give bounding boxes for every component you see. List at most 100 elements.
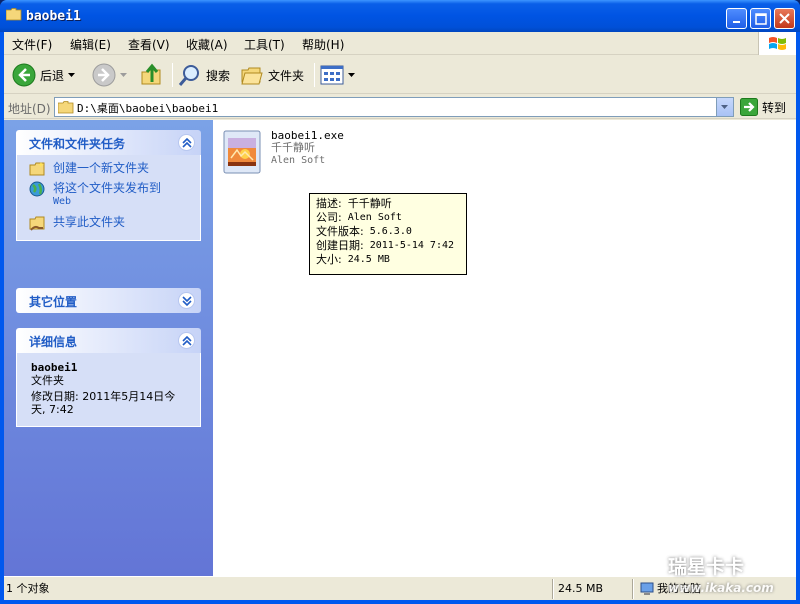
address-input[interactable]: D:\桌面\baobei\baobei1 <box>54 97 734 117</box>
file-description: 千千静听 <box>271 141 315 154</box>
dropdown-arrow-icon <box>120 73 127 77</box>
up-folder-button[interactable] <box>140 61 164 89</box>
explorer-window: baobei1 文件(F) 编辑(E) 查看(V) 收藏(A) 工具(T) 帮助… <box>0 0 800 604</box>
address-dropdown-button[interactable] <box>716 98 733 116</box>
expand-button[interactable] <box>178 292 195 309</box>
tooltip-company-value: Alen Soft <box>347 212 402 223</box>
minimize-button[interactable] <box>726 8 747 29</box>
chevron-down-icon <box>721 105 728 109</box>
file-tasks-title: 文件和文件夹任务 <box>29 137 126 151</box>
folders-label: 文件夹 <box>268 68 305 83</box>
task-share-folder-label: 共享此文件夹 <box>53 215 126 229</box>
folder-icon <box>6 8 22 21</box>
details-header[interactable]: 详细信息 <box>16 328 201 353</box>
task-new-folder-label: 创建一个新文件夹 <box>53 161 150 175</box>
folders-button[interactable]: 文件夹 <box>240 61 304 89</box>
menu-file[interactable]: 文件(F) <box>12 36 52 53</box>
title-bar[interactable]: baobei1 <box>0 0 800 32</box>
menu-edit[interactable]: 编辑(E) <box>70 36 111 53</box>
back-button[interactable]: 后退 <box>12 61 76 89</box>
windows-flag-icon <box>769 37 786 50</box>
file-tasks-body: 创建一个新文件夹 将这个文件夹发布到 Web 共享此文件夹 <box>16 155 201 241</box>
other-places-header[interactable]: 其它位置 <box>16 288 201 313</box>
file-info-tooltip: 描述: 千千静听 公司: Alen Soft 文件版本: 5.6.3.0 创建日期: 2… <box>309 193 467 275</box>
window-client: 文件(F) 编辑(E) 查看(V) 收藏(A) 工具(T) 帮助(H) 后退 搜… <box>4 32 796 600</box>
maximize-icon <box>754 12 767 25</box>
toolbar-separator <box>172 63 173 87</box>
file-item[interactable]: baobei1.exe 千千静听 Alen Soft <box>223 130 353 180</box>
back-label: 后退 <box>40 68 65 83</box>
collapse-button[interactable] <box>178 134 195 151</box>
toolbar-separator <box>314 63 315 87</box>
search-icon <box>178 65 199 86</box>
file-list-view[interactable]: baobei1.exe 千千静听 Alen Soft 描述: 千千静听 公司: Al… <box>213 120 796 576</box>
maximize-button[interactable] <box>750 8 771 29</box>
address-path: D:\桌面\baobei\baobei1 <box>77 102 219 115</box>
tooltip-created-value: 2011-5-14 7:42 <box>369 240 455 251</box>
dropdown-arrow-icon <box>348 73 355 77</box>
status-divider <box>632 579 634 599</box>
my-computer-icon <box>640 582 654 595</box>
task-publish-web[interactable]: 将这个文件夹发布到 Web <box>27 181 190 209</box>
dropdown-arrow-icon[interactable] <box>68 72 76 78</box>
menu-bar: 文件(F) 编辑(E) 查看(V) 收藏(A) 工具(T) 帮助(H) <box>4 32 796 55</box>
globe-icon <box>29 181 45 197</box>
details-body: baobei1 文件夹 修改日期: 2011年5月14日今 天, 7:42 <box>16 353 201 427</box>
go-arrow-icon <box>740 98 758 116</box>
menu-help[interactable]: 帮助(H) <box>302 36 344 53</box>
menu-favorites[interactable]: 收藏(A) <box>186 36 228 53</box>
window-title: baobei1 <box>26 9 81 24</box>
other-places-title: 其它位置 <box>29 295 78 309</box>
file-tasks-header[interactable]: 文件和文件夹任务 <box>16 130 201 155</box>
chevron-up-icon <box>181 137 192 148</box>
task-new-folder[interactable]: 创建一个新文件夹 <box>27 161 190 176</box>
close-button[interactable] <box>774 8 795 29</box>
details-modified-line2: 天, 7:42 <box>31 403 74 416</box>
details-modified-line1: 修改日期: 2011年5月14日今 <box>31 390 176 403</box>
forward-button[interactable] <box>92 61 128 89</box>
file-tasks-panel: 文件和文件夹任务 创建一个新文件夹 将这个文件夹发布到 Web 共享此文件夹 <box>16 130 201 241</box>
tooltip-size-label: 大小: <box>316 253 342 266</box>
forward-arrow-icon <box>92 63 116 87</box>
details-type: 文件夹 <box>31 374 64 387</box>
go-button[interactable]: 转到 <box>740 97 786 117</box>
status-size: 24.5 MB <box>558 582 604 595</box>
task-share-folder[interactable]: 共享此文件夹 <box>27 215 190 231</box>
tooltip-version-label: 文件版本: <box>316 225 364 238</box>
folders-icon <box>241 67 263 85</box>
toolbar: 后退 搜索 文件夹 <box>4 56 796 94</box>
views-grid-icon <box>320 65 344 85</box>
close-icon <box>779 13 790 24</box>
go-label: 转到 <box>762 100 787 115</box>
status-divider <box>552 579 554 599</box>
address-label: 地址(D) <box>8 102 51 116</box>
menu-tools[interactable]: 工具(T) <box>244 36 285 53</box>
up-folder-icon <box>141 63 161 85</box>
search-button[interactable]: 搜索 <box>178 61 230 89</box>
other-places-panel: 其它位置 <box>16 288 201 313</box>
minimize-icon <box>732 20 740 23</box>
collapse-button[interactable] <box>178 332 195 349</box>
details-panel: 详细信息 baobei1 文件夹 修改日期: 2011年5月14日今 天, 7:… <box>16 328 201 427</box>
details-name: baobei1 <box>31 361 78 374</box>
views-button[interactable] <box>320 61 356 89</box>
tooltip-version-value: 5.6.3.0 <box>369 226 412 237</box>
tooltip-company-label: 公司: <box>316 211 342 224</box>
windows-logo <box>758 32 796 55</box>
task-publish-web-sub: Web <box>53 196 72 207</box>
status-object-count: 1 个对象 <box>6 582 50 595</box>
menu-view[interactable]: 查看(V) <box>128 36 170 53</box>
new-folder-icon <box>29 162 45 176</box>
watermark: 瑞星卡卡 www.ikaka.com <box>668 552 796 600</box>
tooltip-desc-label: 描述: <box>316 197 342 210</box>
details-title: 详细信息 <box>29 335 78 349</box>
search-label: 搜索 <box>206 68 231 83</box>
chevron-down-icon <box>181 295 192 306</box>
tooltip-size-value: 24.5 MB <box>347 254 390 265</box>
chevron-up-icon <box>181 335 192 346</box>
share-folder-icon <box>29 216 45 231</box>
file-company: Alen Soft <box>271 155 326 166</box>
task-pane: 文件和文件夹任务 创建一个新文件夹 将这个文件夹发布到 Web 共享此文件夹 其… <box>4 120 213 576</box>
back-arrow-icon <box>12 63 36 87</box>
watermark-brand: 瑞星卡卡 <box>668 556 745 578</box>
